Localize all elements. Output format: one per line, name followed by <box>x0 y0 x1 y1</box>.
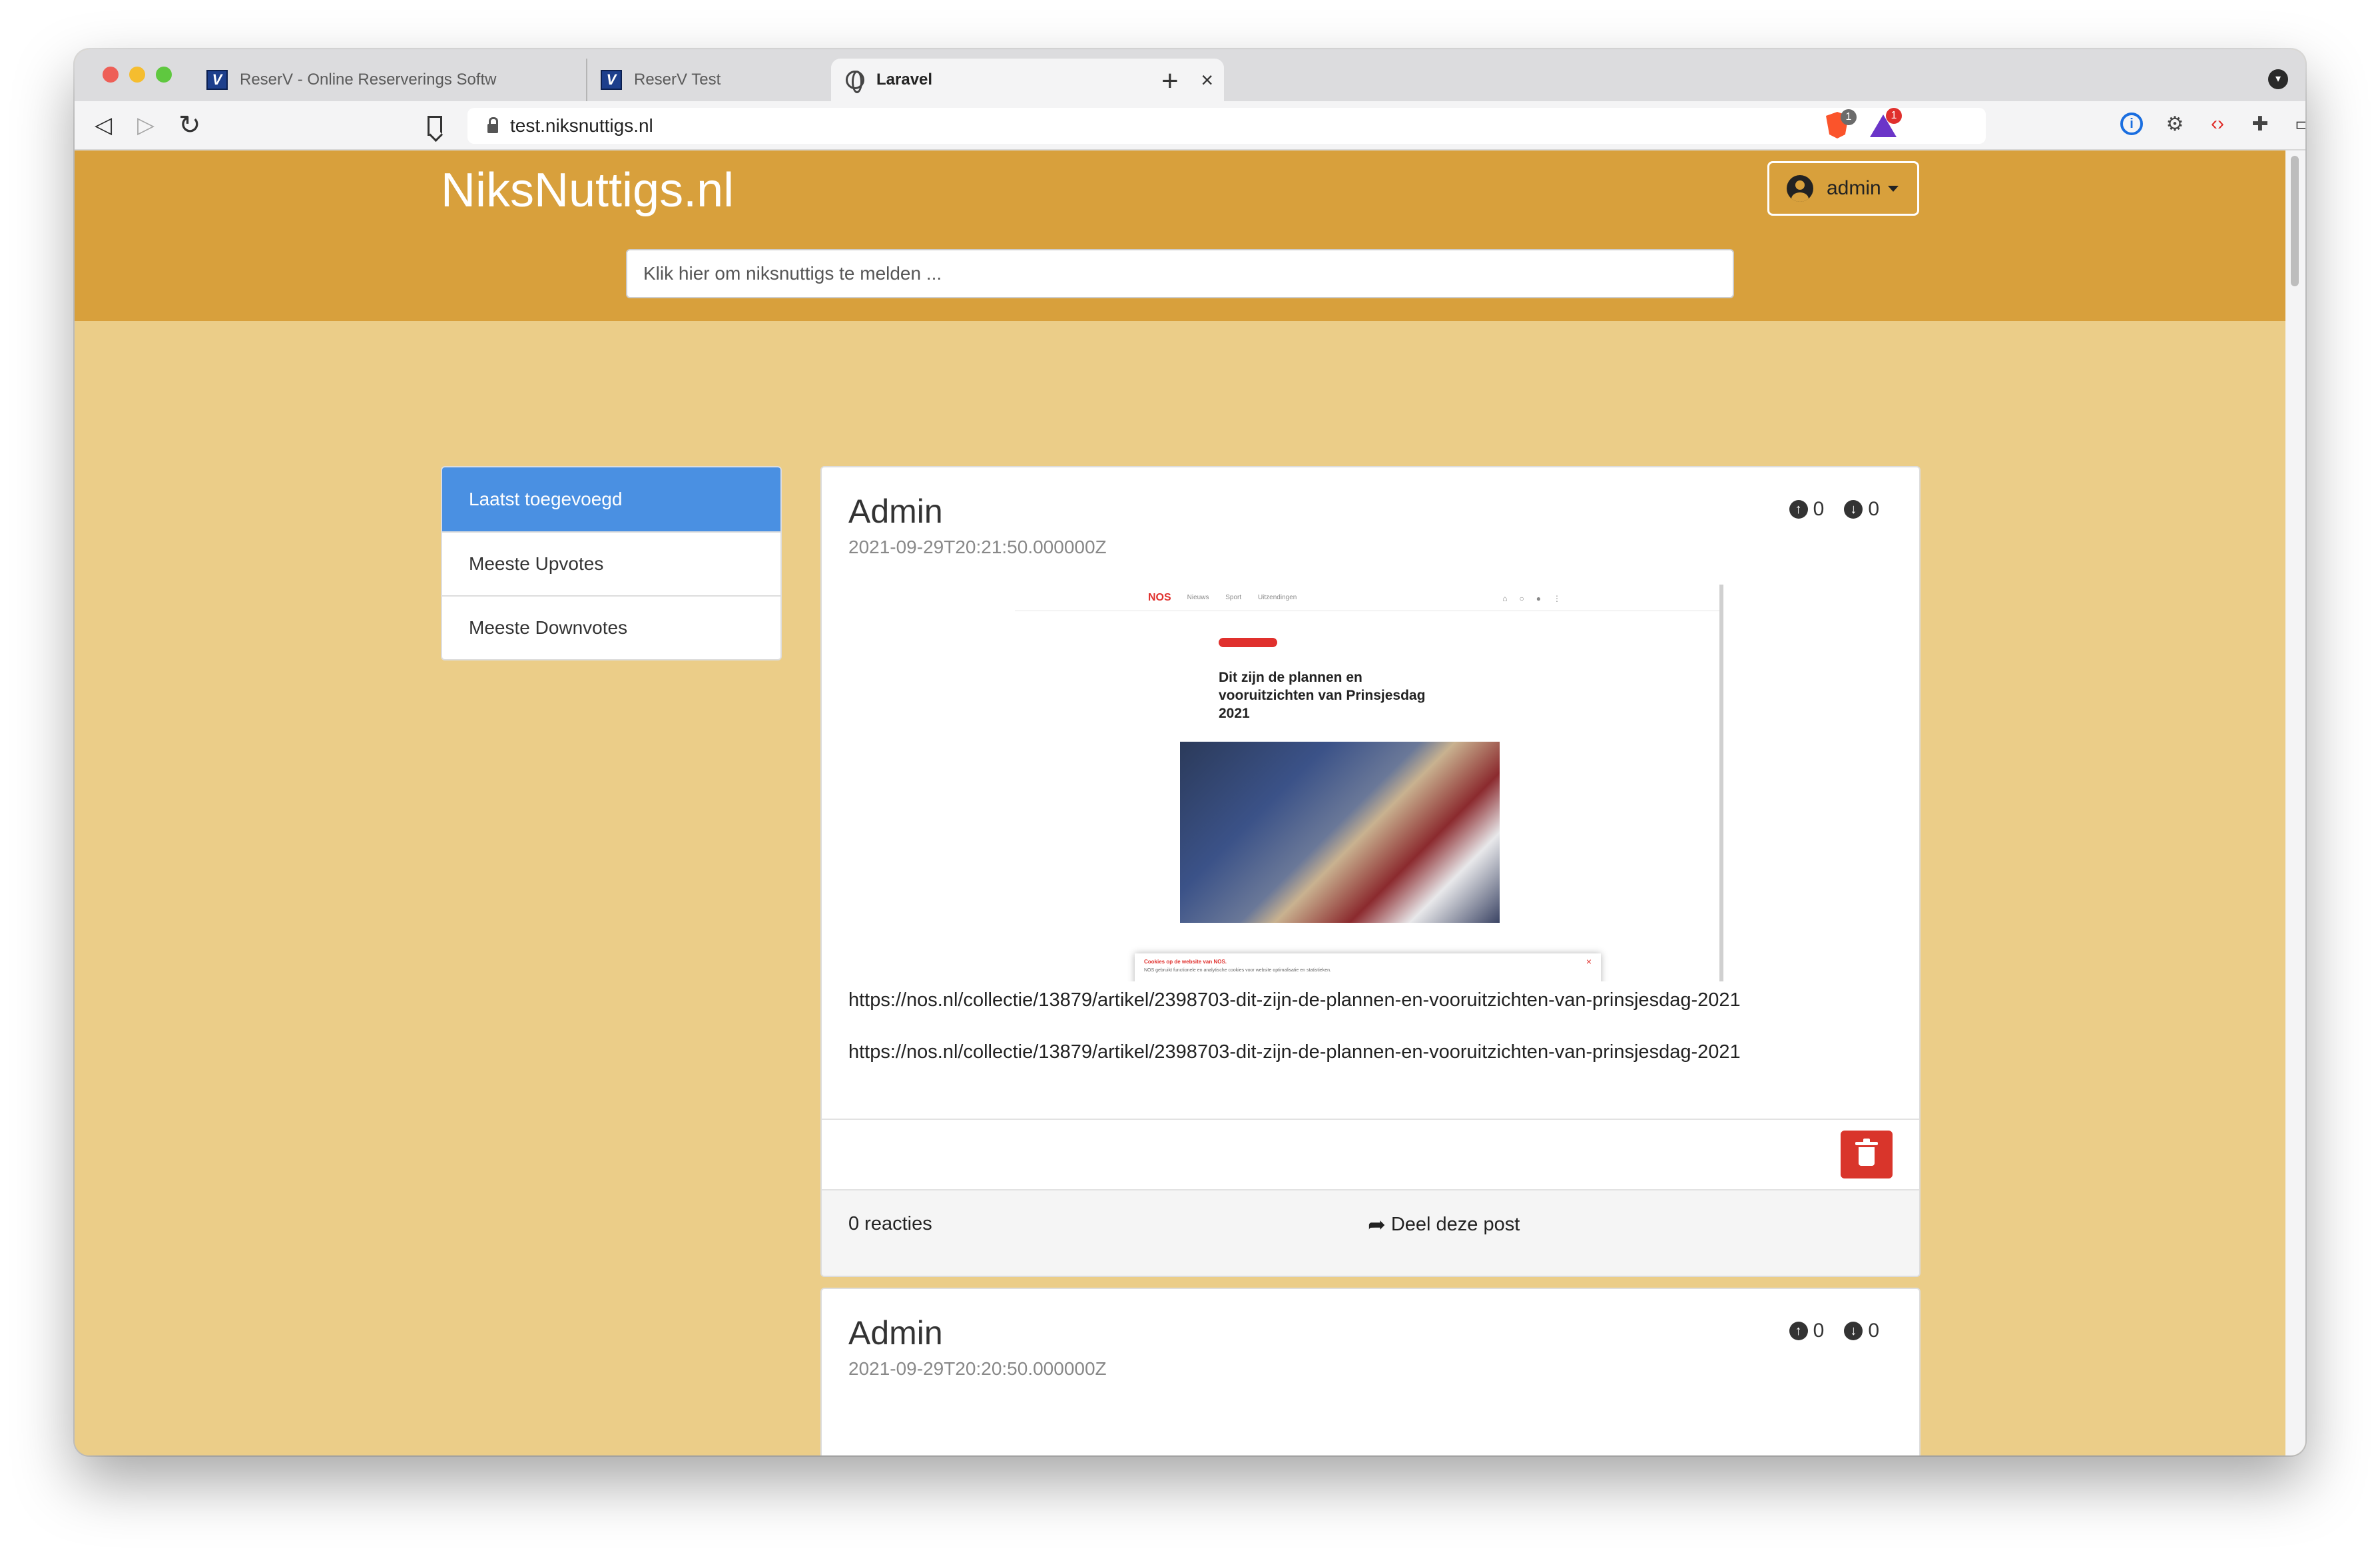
post-author: Admin <box>848 493 943 530</box>
nos-menu: Nieuws Sport Uitzendingen <box>1187 594 1312 601</box>
bookmark-icon[interactable] <box>428 116 442 136</box>
tab-title: ReserV Test <box>634 71 721 89</box>
post-date: 2021-09-29T20:21:50.000000Z <box>848 537 1107 557</box>
reserv-icon: V <box>601 70 622 90</box>
vote-controls: ↑ 0 ↓ 0 <box>1769 1320 1879 1342</box>
upvote-button[interactable]: ↑ 0 <box>1789 1320 1825 1342</box>
arrow-up-icon: ↑ <box>1789 500 1808 519</box>
report-input[interactable] <box>626 249 1734 298</box>
gear-icon[interactable]: ⚙ <box>2162 111 2188 137</box>
upvote-count: 0 <box>1813 498 1825 520</box>
downvote-button[interactable]: ↓ 0 <box>1844 1320 1879 1342</box>
site-brand[interactable]: NiksNuttigs.nl <box>441 162 734 218</box>
tab-title: Laravel <box>876 71 933 89</box>
scrollbar-thumb[interactable] <box>2291 156 2299 286</box>
upvote-button[interactable]: ↑ 0 <box>1789 498 1825 521</box>
nos-article-photo <box>1180 742 1500 923</box>
arrow-down-icon: ↓ <box>1844 1322 1863 1340</box>
post-link[interactable]: https://nos.nl/collectie/13879/artikel/2… <box>848 989 1741 1011</box>
puzzle-icon[interactable]: ✚ <box>2247 111 2273 137</box>
back-icon[interactable]: ◁ <box>95 111 112 140</box>
caret-down-icon <box>1887 185 1899 192</box>
reserv-icon: V <box>206 70 228 90</box>
post-author: Admin <box>848 1314 943 1352</box>
user-menu-button[interactable]: admin <box>1767 161 1919 216</box>
globe-icon <box>846 71 864 93</box>
cookie-title: Cookies op de website van NOS. <box>1144 959 1227 965</box>
post-card: Admin 2021-09-29T20:21:50.000000Z ↑ 0 ↓ … <box>820 466 1921 1277</box>
user-menu-label: admin <box>1827 177 1881 199</box>
reactions-count[interactable]: 0 reacties <box>848 1213 932 1235</box>
url-text: test.niksnuttigs.nl <box>510 115 653 136</box>
tab-title: ReserV - Online Reserverings Softw <box>240 71 497 89</box>
downvote-button[interactable]: ↓ 0 <box>1844 498 1879 521</box>
nos-menu-item: Sport <box>1225 594 1242 601</box>
trash-icon <box>1855 1139 1878 1166</box>
close-window-button[interactable] <box>103 67 119 83</box>
vote-controls: ↑ 0 ↓ 0 <box>1769 498 1879 521</box>
zoom-window-button[interactable] <box>156 67 172 83</box>
wallet-icon[interactable]: ▭ <box>2291 111 2305 137</box>
reload-icon[interactable]: ↻ <box>178 111 201 140</box>
post-image[interactable]: NOS Nieuws Sport Uitzendingen ⌂○●⋮ Dit z… <box>1015 585 1723 981</box>
password-manager-icon[interactable]: i <box>2120 113 2143 135</box>
nos-logo: NOS <box>1148 591 1171 603</box>
post-actions <box>822 1119 1919 1190</box>
post-date: 2021-09-29T20:20:50.000000Z <box>848 1358 1107 1379</box>
sort-most-downvotes[interactable]: Meeste Downvotes <box>442 595 780 659</box>
site-navbar: NiksNuttigs.nl admin <box>75 150 2285 229</box>
nos-live-badge <box>1219 638 1277 647</box>
nos-headline: Dit zijn de plannen en vooruitzichten va… <box>1219 670 1426 721</box>
code-icon[interactable]: ‹› <box>2204 111 2231 137</box>
shields-count-badge: 1 <box>1841 109 1857 125</box>
nos-menu-item: Uitzendingen <box>1257 594 1297 601</box>
forward-icon[interactable]: ▷ <box>137 111 154 140</box>
sort-most-upvotes[interactable]: Meeste Upvotes <box>442 531 780 595</box>
sort-menu: Laatst toegevoegd Meeste Upvotes Meeste … <box>441 466 782 660</box>
tab-search-icon[interactable]: ▾ <box>2268 69 2288 89</box>
close-tab-icon[interactable]: × <box>1201 68 1213 93</box>
user-circle-icon <box>1787 175 1813 202</box>
new-tab-button[interactable]: + <box>1161 61 1179 101</box>
nos-cookie-banner: Cookies op de website van NOS. NOS gebru… <box>1135 953 1601 981</box>
share-label: Deel deze post <box>1390 1213 1520 1235</box>
nos-header-icons: ⌂○●⋮ <box>1502 594 1573 603</box>
page-scrollbar[interactable] <box>2285 150 2305 1455</box>
share-icon: ➦ <box>1368 1212 1386 1236</box>
report-bar <box>75 229 2285 321</box>
post-link[interactable]: https://nos.nl/collectie/13879/artikel/2… <box>848 1041 1741 1063</box>
address-bar[interactable]: test.niksnuttigs.nl <box>467 108 1986 144</box>
cookie-close-icon: × <box>1586 956 1592 967</box>
share-post-button[interactable]: ➦ Deel deze post <box>1368 1212 1520 1237</box>
browser-toolbar: ◁ ▷ ↻ test.niksnuttigs.nl <box>75 101 2305 150</box>
downvote-count: 0 <box>1868 498 1879 520</box>
post-card: Admin 2021-09-29T20:20:50.000000Z ↑ 0 ↓ … <box>820 1288 1921 1455</box>
lock-icon <box>487 117 498 133</box>
nos-menu-item: Nieuws <box>1187 594 1209 601</box>
cookie-text: NOS gebruikt functionele en analytische … <box>1144 968 1331 973</box>
post-footer: 0 reacties ➦ Deel deze post <box>822 1190 1919 1276</box>
delete-post-button[interactable] <box>1841 1131 1893 1178</box>
page-viewport: NiksNuttigs.nl admin Laatst toegevoegd M… <box>75 150 2285 1455</box>
sort-latest[interactable]: Laatst toegevoegd <box>442 467 780 531</box>
arrow-up-icon: ↑ <box>1789 1322 1808 1340</box>
nos-header: NOS Nieuws Sport Uitzendingen ⌂○●⋮ <box>1015 585 1719 611</box>
tab-strip: V ReserV - Online Reserverings Softw V R… <box>75 49 2305 101</box>
downvote-count: 0 <box>1868 1320 1879 1342</box>
tab-reserv-online[interactable]: V ReserV - Online Reserverings Softw <box>193 59 586 101</box>
upvote-count: 0 <box>1813 1320 1825 1342</box>
arrow-down-icon: ↓ <box>1844 500 1863 519</box>
browser-window: V ReserV - Online Reserverings Softw V R… <box>75 49 2305 1455</box>
minimize-window-button[interactable] <box>129 67 145 83</box>
rewards-count-badge: 1 <box>1886 108 1902 124</box>
